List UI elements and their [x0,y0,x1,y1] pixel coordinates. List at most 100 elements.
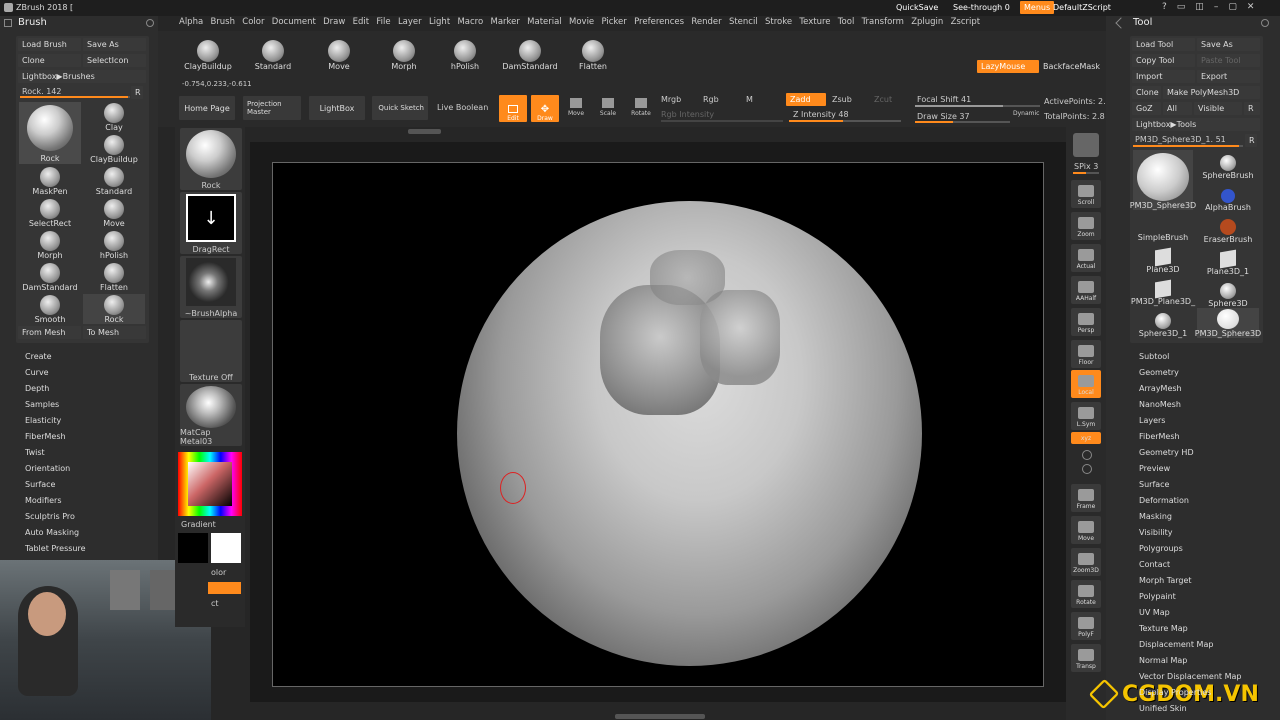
tool-simplebrush[interactable]: SimpleBrush [1133,212,1193,242]
menu-document[interactable]: Document [272,17,316,31]
brush-sub-fibermesh[interactable]: FiberMesh [25,432,66,441]
menu-macro[interactable]: Macro [457,17,483,31]
tool-sub-normal-map[interactable]: Normal Map [1139,656,1187,665]
brush-damstandard[interactable]: DamStandard [19,262,81,292]
shelf-claybuildup[interactable]: ClayBuildup [184,33,232,71]
select-icon-button[interactable]: SelectIcon [83,54,146,67]
export-button[interactable]: Export [1197,70,1260,83]
tool-pm3d_plane3d_[interactable]: PM3D_Plane3D_ [1131,276,1195,306]
r-button[interactable]: R [131,86,143,99]
tool-sub-polygroups[interactable]: Polygroups [1139,544,1183,553]
menu-light[interactable]: Light [429,17,450,31]
tool-sub-display-properties[interactable]: Display Properties [1139,688,1211,697]
all-button[interactable]: All [1163,102,1192,115]
brush-flatten[interactable]: Flatten [83,262,145,292]
shelf-move[interactable]: Move [316,33,362,71]
save-brush-button[interactable]: Save As [83,38,146,51]
spix-icon[interactable] [1073,133,1099,157]
switch-color-label[interactable]: olor [211,568,226,577]
current-tool-slider[interactable]: PM3D_Sphere3D_1. 51 [1135,135,1226,144]
save-tool-button[interactable]: Save As [1197,38,1260,51]
tool-r2-button[interactable]: R [1245,134,1257,147]
brush-selectrect[interactable]: SelectRect [19,198,81,228]
menu-material[interactable]: Material [527,17,562,31]
window-controls[interactable]: ? ▭ ◫ – ▢ ✕ [1162,2,1272,14]
brush-sub-surface[interactable]: Surface [25,480,55,489]
menu-marker[interactable]: Marker [490,17,519,31]
lightbox-brushes-button[interactable]: Lightbox▶Brushes [18,70,146,83]
alpha-thumb[interactable]: ~BrushAlpha [180,256,242,318]
tool-sub-subtool[interactable]: Subtool [1139,352,1169,361]
zsub-button[interactable]: Zsub [832,95,852,104]
make-polymesh-button[interactable]: Make PolyMesh3D [1163,86,1260,99]
tray-zoom[interactable]: Zoom [1071,212,1101,240]
tray-scroll[interactable]: Scroll [1071,180,1101,208]
menu-stroke[interactable]: Stroke [765,17,792,31]
home-page-button[interactable]: Home Page [179,96,235,120]
tray-lsym[interactable]: L.Sym [1071,402,1101,430]
clear-label[interactable]: ct [211,599,219,608]
brush-standard[interactable]: Standard [83,166,145,196]
switch-color-button[interactable] [208,582,241,594]
brush-morph[interactable]: Morph [19,230,81,260]
dynamic-button[interactable]: Dynamic [1013,110,1039,117]
menu-edit[interactable]: Edit [353,17,369,31]
to-mesh-button[interactable]: To Mesh [83,326,146,339]
tray-persp[interactable]: Persp [1071,308,1101,336]
from-mesh-button[interactable]: From Mesh [18,326,81,339]
backface-mask-button[interactable]: BackfaceMask [1043,62,1100,71]
quicksave-button[interactable]: QuickSave [896,3,938,12]
goz-button[interactable]: GoZ [1132,102,1161,115]
tool-pm3d_sphere3d[interactable]: PM3D_Sphere3D [1195,308,1261,338]
tool-sphere3d[interactable]: Sphere3D [1197,278,1259,308]
brush-sub-twist[interactable]: Twist [25,448,45,457]
tray-move[interactable]: Move [1071,516,1101,544]
tool-alphabrush[interactable]: AlphaBrush [1197,182,1259,212]
menu-alpha[interactable]: Alpha [179,17,203,31]
rotate-mode-button[interactable]: Rotate [630,98,652,117]
import-button[interactable]: Import [1132,70,1195,83]
tray-polyf[interactable]: PolyF [1071,612,1101,640]
rgb-button[interactable]: Rgb [703,95,719,104]
menu-layer[interactable]: Layer [398,17,422,31]
default-zscript-button[interactable]: DefaultZScript [1053,3,1111,12]
shelf-standard[interactable]: Standard [250,33,296,71]
tool-sub-geometry[interactable]: Geometry [1139,368,1179,377]
axis-lock-icon[interactable] [1082,450,1092,460]
brush-hpolish[interactable]: hPolish [83,230,145,260]
tool-refresh-icon[interactable] [1261,19,1269,27]
tool-sub-nanomesh[interactable]: NanoMesh [1139,400,1181,409]
edit-button[interactable]: Edit [499,95,527,122]
canvas-scroll-bottom[interactable] [615,714,705,719]
brush-sub-samples[interactable]: Samples [25,400,59,409]
menu-transform[interactable]: Transform [862,17,904,31]
quick-sketch-button[interactable]: Quick Sketch [372,96,428,120]
tool-pm3d_sphere3d[interactable]: PM3D_Sphere3D [1130,150,1196,210]
stroke-thumb[interactable]: ↓ DragRect [180,192,242,254]
menu-render[interactable]: Render [691,17,721,31]
tray-rotate[interactable]: Rotate [1071,580,1101,608]
shelf-damstandard[interactable]: DamStandard [502,33,558,71]
load-brush-button[interactable]: Load Brush [18,38,81,51]
tool-sub-fibermesh[interactable]: FiberMesh [1139,432,1180,441]
brush-sub-modifiers[interactable]: Modifiers [25,496,62,505]
axis-lock-icon[interactable] [1082,464,1092,474]
paste-tool-button[interactable]: Paste Tool [1197,54,1260,67]
tool-sub-layers[interactable]: Layers [1139,416,1165,425]
tool-sub-texture-map[interactable]: Texture Map [1139,624,1188,633]
tool-eraserbrush[interactable]: EraserBrush [1197,214,1259,244]
tool-plane3d[interactable]: Plane3D [1133,244,1193,274]
tool-sub-vector-displacement-map[interactable]: Vector Displacement Map [1139,672,1241,681]
move-mode-button[interactable]: Move [566,98,586,117]
menu-stencil[interactable]: Stencil [729,17,758,31]
lightbox-button[interactable]: LightBox [309,96,365,120]
menu-picker[interactable]: Picker [601,17,626,31]
current-brush-thumb[interactable]: Rock [19,102,81,164]
tool-sub-uv-map[interactable]: UV Map [1139,608,1170,617]
scale-mode-button[interactable]: Scale [598,98,618,117]
menu-zplugin[interactable]: Zplugin [911,17,943,31]
visible-button[interactable]: Visible [1194,102,1242,115]
tool-sub-surface[interactable]: Surface [1139,480,1169,489]
menu-tool[interactable]: Tool [838,17,855,31]
brush-sub-sculptris-pro[interactable]: Sculptris Pro [25,512,75,521]
